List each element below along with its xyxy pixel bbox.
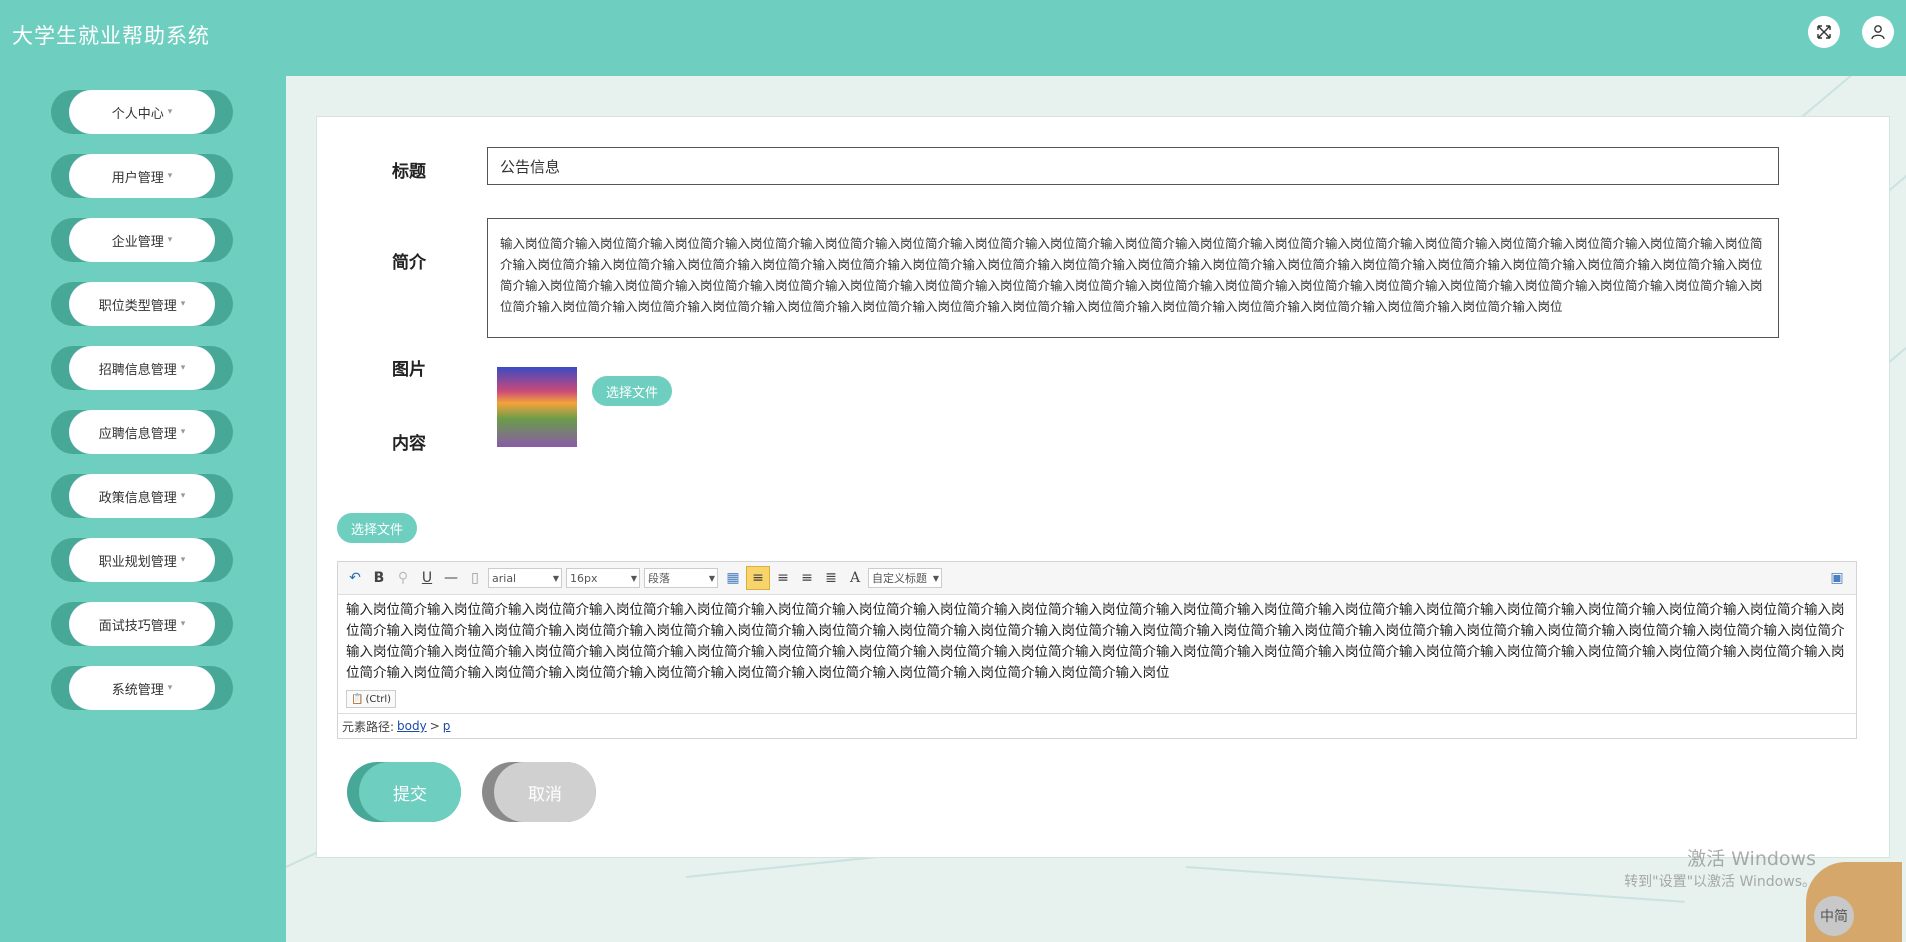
align-right-icon[interactable]: ≡ bbox=[772, 567, 794, 589]
custom-title-select[interactable]: 自定义标题 ▼ bbox=[868, 568, 942, 588]
font-family-select[interactable]: arial ▼ bbox=[488, 568, 562, 588]
sidebar-item-label: 系统管理 bbox=[111, 682, 164, 698]
app-title: 大学生就业帮助系统 bbox=[12, 24, 210, 48]
bold-icon[interactable]: B bbox=[368, 567, 390, 589]
sidebar-item-personal-center[interactable]: 个人中心 ▾ bbox=[51, 90, 233, 134]
image-thumbnail bbox=[497, 367, 577, 447]
custom-title-value: 自定义标题 bbox=[872, 572, 927, 585]
format-painter-icon[interactable]: ⚲ bbox=[392, 567, 414, 589]
sidebar-item-label: 个人中心 bbox=[111, 106, 164, 122]
table-icon[interactable]: ▦ bbox=[722, 567, 744, 589]
element-path-body-link[interactable]: body bbox=[397, 719, 427, 733]
element-path-bar: 元素路径: body > p bbox=[338, 713, 1856, 738]
activation-watermark-subtitle: 转到"设置"以激活 Windows。 bbox=[1624, 874, 1816, 890]
form-card: 标题 公告信息 简介 输入岗位简介输入岗位简介输入岗位简介输入岗位简介输入岗位简… bbox=[316, 116, 1890, 858]
align-center-icon[interactable]: ≡ bbox=[796, 567, 818, 589]
submit-button-label: 提交 bbox=[359, 762, 461, 822]
page-icon[interactable]: ▯ bbox=[464, 567, 486, 589]
chevron-down-icon: ▾ bbox=[180, 619, 186, 629]
background-decoration bbox=[1185, 866, 1685, 903]
paste-icon: 📋 bbox=[351, 693, 364, 705]
element-path-p-link[interactable]: p bbox=[443, 719, 451, 733]
summary-label: 简介 bbox=[392, 253, 426, 273]
title-input-value: 公告信息 bbox=[500, 157, 561, 176]
user-icon[interactable] bbox=[1862, 16, 1894, 48]
underline-icon[interactable]: U bbox=[416, 567, 438, 589]
font-size-value: 16px bbox=[570, 571, 598, 585]
chevron-down-icon: ▼ bbox=[708, 573, 715, 583]
sidebar-item-company-management[interactable]: 企业管理 ▾ bbox=[51, 218, 233, 262]
submit-button[interactable]: 提交 bbox=[347, 762, 461, 822]
title-input[interactable]: 公告信息 bbox=[487, 147, 1779, 185]
chevron-down-icon: ▾ bbox=[180, 555, 186, 565]
sidebar-item-label: 面试技巧管理 bbox=[98, 618, 177, 634]
chevron-down-icon: ▾ bbox=[167, 171, 173, 181]
element-path-label: 元素路径: bbox=[342, 719, 395, 734]
activation-watermark-title: 激活 Windows bbox=[1687, 848, 1816, 870]
font-family-value: arial bbox=[492, 571, 517, 585]
sidebar-item-label: 应聘信息管理 bbox=[98, 426, 177, 442]
sidebar-item-label: 职业规划管理 bbox=[98, 554, 177, 570]
expand-icon[interactable] bbox=[1808, 16, 1840, 48]
paste-options[interactable]: 📋 (Ctrl) bbox=[346, 690, 397, 708]
image-label: 图片 bbox=[392, 360, 426, 380]
sidebar: 个人中心 ▾ 用户管理 ▾ 企业管理 ▾ 职位类型管理 ▾ 招聘信息管理 ▾ 应聘信息管理… bbox=[0, 76, 286, 942]
mascot-label: 中简 bbox=[1814, 896, 1854, 936]
chevron-down-icon: ▼ bbox=[932, 573, 939, 583]
sidebar-item-label: 职位类型管理 bbox=[98, 298, 177, 314]
rich-text-editor: ↶ B ⚲ U — ▯ arial ▼ 16px ▼ 段落 ▼ ▦ ≡ ≡ ≡ ≣ A… bbox=[337, 561, 1857, 739]
choose-file-button[interactable]: 选择文件 bbox=[592, 376, 672, 406]
sidebar-item-policy-management[interactable]: 政策信息管理 ▾ bbox=[51, 474, 233, 518]
content-choose-file-button[interactable]: 选择文件 bbox=[337, 513, 417, 543]
sidebar-item-user-management[interactable]: 用户管理 ▾ bbox=[51, 154, 233, 198]
title-label: 标题 bbox=[392, 162, 426, 182]
sidebar-item-recruitment-management[interactable]: 招聘信息管理 ▾ bbox=[51, 346, 233, 390]
cancel-button[interactable]: 取消 bbox=[482, 762, 596, 822]
align-left-icon[interactable]: ≡ bbox=[746, 566, 770, 590]
chevron-down-icon: ▾ bbox=[167, 683, 173, 693]
chevron-down-icon: ▼ bbox=[552, 573, 559, 583]
content-label: 内容 bbox=[392, 434, 426, 454]
paragraph-select[interactable]: 段落 ▼ bbox=[644, 568, 718, 588]
sidebar-item-application-management[interactable]: 应聘信息管理 ▾ bbox=[51, 410, 233, 454]
top-bar: 大学生就业帮助系统 bbox=[0, 0, 1906, 76]
chevron-down-icon: ▾ bbox=[180, 363, 186, 373]
sidebar-item-job-type-management[interactable]: 职位类型管理 ▾ bbox=[51, 282, 233, 326]
sidebar-item-label: 招聘信息管理 bbox=[98, 362, 177, 378]
mascot-widget[interactable]: 中简 bbox=[1806, 862, 1902, 942]
element-path-separator: > bbox=[429, 719, 440, 733]
chevron-down-icon: ▾ bbox=[167, 235, 173, 245]
paste-options-label: (Ctrl) bbox=[365, 693, 392, 705]
chevron-down-icon: ▾ bbox=[167, 107, 173, 117]
sidebar-item-label: 政策信息管理 bbox=[98, 490, 177, 506]
cancel-button-label: 取消 bbox=[494, 762, 596, 822]
editor-content[interactable]: 输入岗位简介输入岗位简介输入岗位简介输入岗位简介输入岗位简介输入岗位简介输入岗位… bbox=[346, 600, 1848, 686]
sidebar-item-career-planning-management[interactable]: 职业规划管理 ▾ bbox=[51, 538, 233, 582]
sidebar-item-label: 企业管理 bbox=[111, 234, 164, 250]
horizontal-rule-icon[interactable]: — bbox=[440, 567, 462, 589]
editor-toolbar: ↶ B ⚲ U — ▯ arial ▼ 16px ▼ 段落 ▼ ▦ ≡ ≡ ≡ ≣ A… bbox=[338, 562, 1856, 595]
sidebar-item-system-management[interactable]: 系统管理 ▾ bbox=[51, 666, 233, 710]
chevron-down-icon: ▾ bbox=[180, 427, 186, 437]
paragraph-value: 段落 bbox=[648, 572, 670, 585]
main-area: 标题 公告信息 简介 输入岗位简介输入岗位简介输入岗位简介输入岗位简介输入岗位简… bbox=[286, 76, 1906, 942]
undo-icon[interactable]: ↶ bbox=[344, 567, 366, 589]
chevron-down-icon: ▼ bbox=[630, 573, 637, 583]
font-color-icon[interactable]: A bbox=[844, 567, 866, 589]
align-justify-icon[interactable]: ≣ bbox=[820, 567, 842, 589]
summary-textarea[interactable]: 输入岗位简介输入岗位简介输入岗位简介输入岗位简介输入岗位简介输入岗位简介输入岗位… bbox=[487, 218, 1779, 338]
chevron-down-icon: ▾ bbox=[180, 491, 186, 501]
fullscreen-icon[interactable]: ▣ bbox=[1826, 567, 1848, 589]
sidebar-item-label: 用户管理 bbox=[111, 170, 164, 186]
font-size-select[interactable]: 16px ▼ bbox=[566, 568, 640, 588]
sidebar-item-interview-tips-management[interactable]: 面试技巧管理 ▾ bbox=[51, 602, 233, 646]
chevron-down-icon: ▾ bbox=[180, 299, 186, 309]
